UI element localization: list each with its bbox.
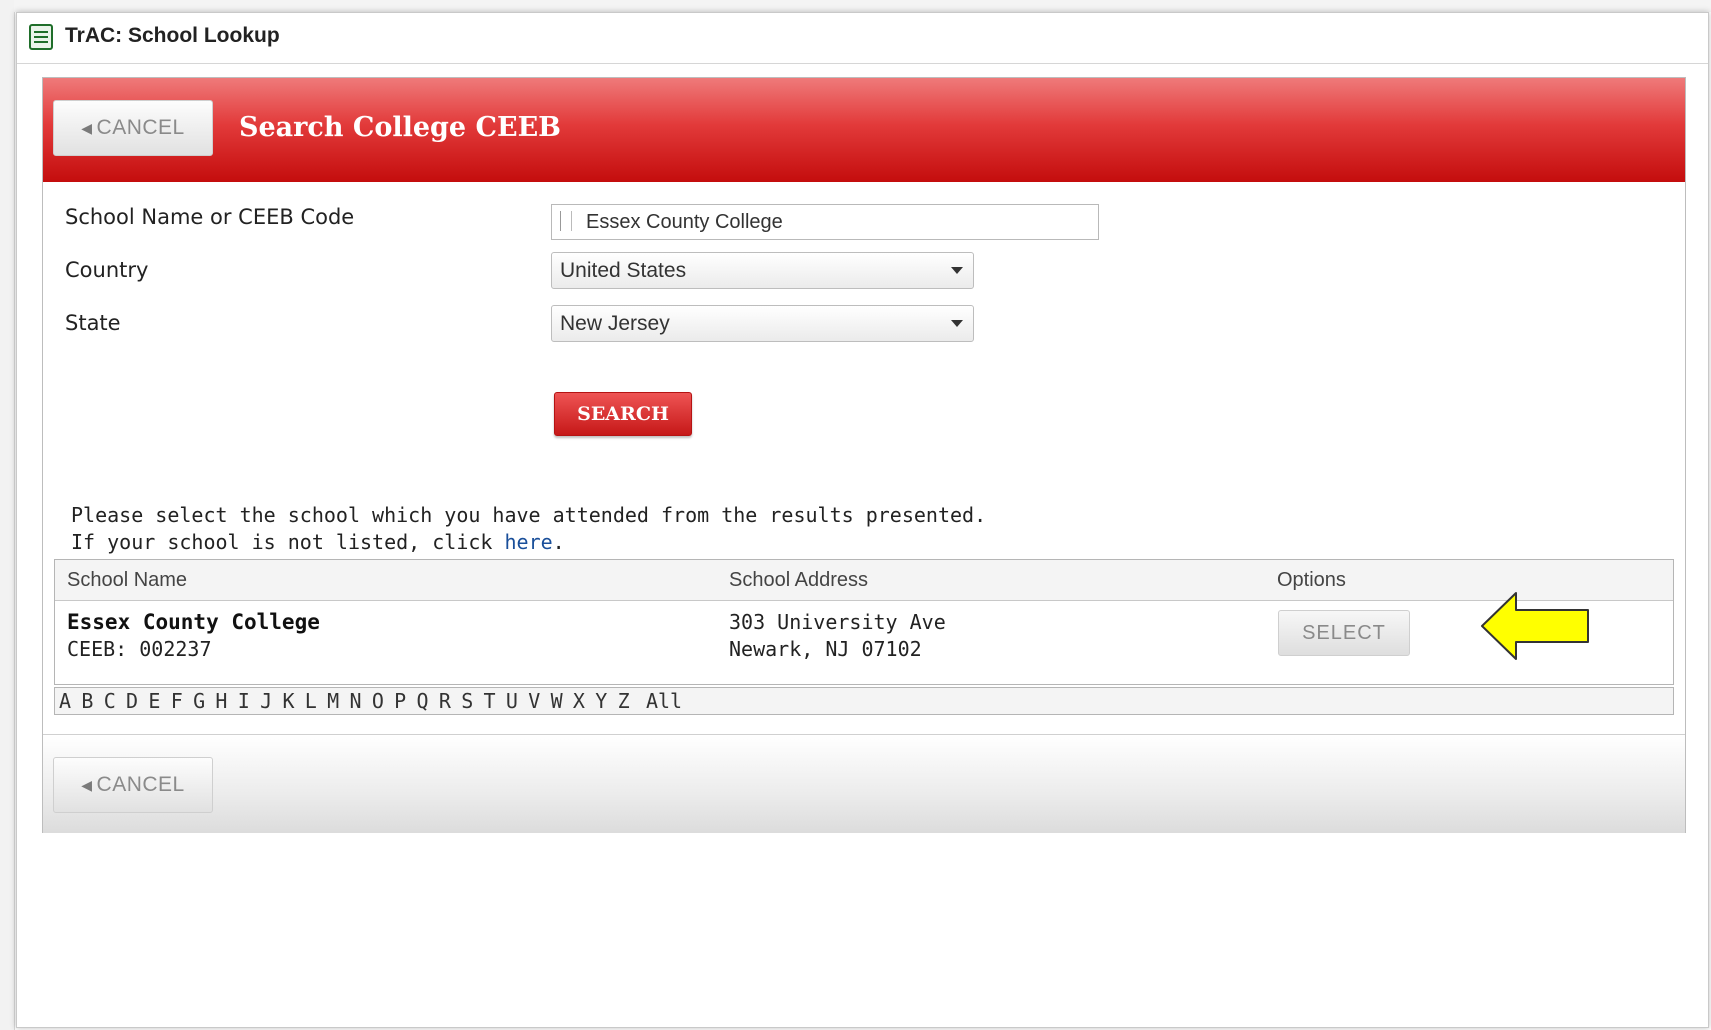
alphabet-filter: A B C D E F G H I J K L M N O P Q R S T … (54, 687, 1674, 715)
alpha-link[interactable]: C (104, 689, 116, 713)
address-line2-cell: Newark, NJ 07102 (729, 637, 922, 661)
alpha-link[interactable]: L (305, 689, 317, 713)
header-cancel-button[interactable]: ◀ CANCEL (53, 100, 213, 156)
alpha-link[interactable]: Z (618, 689, 630, 713)
background-page-edge (0, 0, 15, 1030)
instructions: Please select the school which you have … (71, 502, 986, 556)
search-button-label: SEARCH (577, 403, 669, 425)
alpha-link[interactable]: K (282, 689, 294, 713)
state-value: New Jersey (560, 312, 670, 335)
alpha-link[interactable]: A (59, 689, 71, 713)
instructions-prefix: If your school is not listed, click (71, 530, 505, 554)
footer-cancel-button[interactable]: ◀ CANCEL (53, 757, 213, 813)
table-header: School Name School Address Options (55, 560, 1673, 601)
alpha-link[interactable]: G (193, 689, 205, 713)
school-lookup-window: TrAC: School Lookup ◀ CANCEL Search Coll… (16, 12, 1709, 1028)
results-table: School Name School Address Options Essex… (54, 559, 1674, 685)
text-cursor-icon (560, 211, 572, 231)
triangle-left-icon: ◀ (81, 119, 93, 136)
country-value: United States (560, 259, 687, 282)
school-name-cell: Essex County College (67, 610, 320, 634)
country-select[interactable]: United States (551, 252, 974, 289)
header-cancel-label: CANCEL (96, 116, 185, 139)
alpha-link[interactable]: F (171, 689, 183, 713)
select-button-label: SELECT (1302, 621, 1386, 644)
alpha-link[interactable]: X (573, 689, 585, 713)
address-line1-cell: 303 University Ave (729, 610, 946, 634)
alpha-link[interactable]: D (126, 689, 138, 713)
not-listed-link[interactable]: here (504, 530, 552, 554)
dropdown-arrow-icon (951, 320, 963, 327)
school-name-label: School Name or CEEB Code (65, 205, 355, 229)
select-school-button[interactable]: SELECT (1278, 610, 1410, 656)
alpha-link[interactable]: S (461, 689, 473, 713)
dropdown-arrow-icon (951, 267, 963, 274)
window-title: TrAC: School Lookup (65, 24, 280, 47)
alpha-link[interactable]: R (439, 689, 451, 713)
alpha-link[interactable]: I (238, 689, 250, 713)
triangle-left-icon: ◀ (81, 776, 93, 793)
column-header-school-address: School Address (729, 569, 868, 591)
school-name-value: Essex County College (586, 211, 783, 233)
instructions-line2: If your school is not listed, click here… (71, 529, 986, 556)
dialog-header: ◀ CANCEL Search College CEEB (43, 78, 1685, 182)
alpha-link[interactable]: B (81, 689, 93, 713)
alpha-link[interactable]: W (551, 689, 563, 713)
alpha-link[interactable]: U (506, 689, 518, 713)
alpha-link[interactable]: N (349, 689, 361, 713)
alpha-link[interactable]: P (394, 689, 406, 713)
alpha-link[interactable]: M (327, 689, 339, 713)
alpha-link[interactable]: V (528, 689, 540, 713)
instructions-line1: Please select the school which you have … (71, 503, 987, 527)
alpha-link[interactable]: J (260, 689, 272, 713)
alpha-link[interactable]: E (148, 689, 160, 713)
school-name-input[interactable]: Essex County College (551, 204, 1099, 240)
alpha-link[interactable]: Y (595, 689, 607, 713)
state-select[interactable]: New Jersey (551, 305, 974, 342)
background-page-top (14, 0, 1711, 12)
footer-cancel-label: CANCEL (96, 773, 185, 796)
column-header-school-name: School Name (67, 569, 188, 591)
country-label: Country (65, 258, 149, 282)
state-label: State (65, 311, 121, 335)
dialog-footer: ◀ CANCEL (43, 734, 1685, 833)
alpha-link[interactable]: O (372, 689, 384, 713)
instructions-suffix: . (552, 530, 565, 554)
alpha-link[interactable]: H (215, 689, 227, 713)
dialog-title: Search College CEEB (239, 112, 561, 143)
search-button[interactable]: SEARCH (554, 392, 692, 436)
search-dialog: ◀ CANCEL Search College CEEB School Name… (42, 77, 1686, 833)
alpha-link[interactable]: T (484, 689, 496, 713)
document-icon (29, 24, 53, 50)
ceeb-code-cell: CEEB: 002237 (67, 637, 212, 661)
alpha-link[interactable]: Q (417, 689, 429, 713)
alpha-link-all[interactable]: All (646, 689, 682, 713)
column-header-options: Options (1277, 569, 1346, 591)
window-titlebar: TrAC: School Lookup (17, 13, 1708, 64)
arrow-left-icon (1481, 592, 1589, 660)
